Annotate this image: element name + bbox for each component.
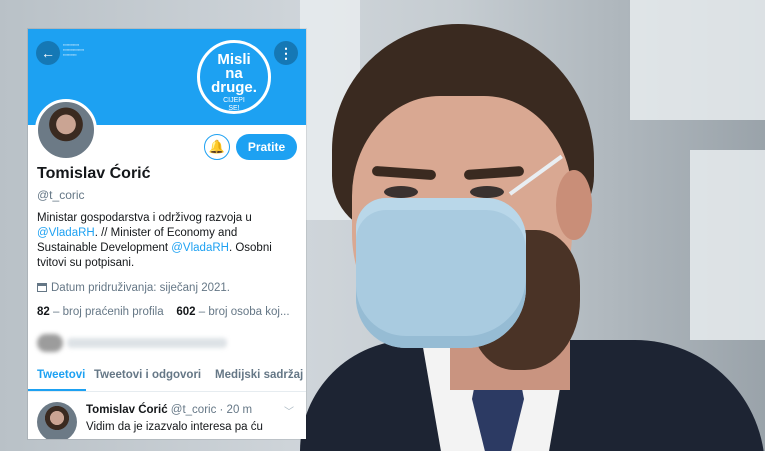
- government-logo-text: ▪▪▪▪▪▪▪▪▪▪▪▪▪ ▪▪▪▪▪▪▪▪▪▪▪▪▪▪▪▪▪ ▪▪▪▪▪▪▪▪▪▪…: [63, 43, 85, 57]
- tweet-text: Vidim da je izazvalo interesa pa ću: [86, 421, 263, 433]
- chevron-down-icon[interactable]: ﹀: [284, 403, 294, 418]
- follow-stats: 82 – broj praćenih profila 602 – broj os…: [37, 306, 305, 318]
- notifications-button[interactable]: 🔔: [204, 134, 230, 160]
- following-count: 82: [37, 306, 50, 318]
- tab-media[interactable]: Medijski sadržaj: [215, 369, 303, 381]
- follow-button[interactable]: Pratite: [236, 134, 297, 160]
- display-name: Tomislav Ćorić: [37, 165, 151, 182]
- active-tab-indicator: [28, 389, 86, 391]
- blurred-text: [67, 338, 227, 348]
- followers-link[interactable]: 602 – broj osoba koj...: [176, 306, 289, 318]
- profile-bio: Ministar gospodarstva i održivog razvoja…: [37, 211, 299, 271]
- bio-text: Ministar gospodarstva i održivog razvoja…: [37, 212, 252, 224]
- tab-tweets-and-replies[interactable]: Tweetovi i odgovori: [94, 369, 201, 381]
- mention-link[interactable]: @VladaRH: [37, 227, 95, 239]
- tweet-avatar[interactable]: [37, 402, 77, 439]
- tab-tweets[interactable]: Tweetovi: [37, 369, 85, 381]
- followers-label: – broj osoba koj...: [198, 306, 290, 318]
- face-mask: [356, 198, 526, 348]
- eye-left: [384, 186, 418, 198]
- following-label: – broj praćenih profila: [53, 306, 164, 318]
- calendar-icon: [37, 283, 47, 292]
- following-link[interactable]: 82 – broj praćenih profila: [37, 306, 164, 318]
- followers-count: 602: [176, 306, 196, 318]
- campaign-text: druge.: [211, 79, 257, 96]
- more-vertical-icon: ⋮: [279, 45, 293, 61]
- twitter-profile-card: ← ▪▪▪▪▪▪▪▪▪▪▪▪▪ ▪▪▪▪▪▪▪▪▪▪▪▪▪▪▪▪▪ ▪▪▪▪▪▪▪▪…: [28, 29, 306, 439]
- followed-by-row: [37, 332, 257, 354]
- campaign-badge: Misli na druge. CIJEPI SE!: [197, 40, 271, 114]
- profile-avatar[interactable]: [35, 99, 97, 161]
- ear: [556, 170, 592, 240]
- join-date-text: Datum pridruživanja: siječanj 2021.: [51, 282, 230, 294]
- tweet-meta: @t_coric · 20 m: [170, 404, 253, 416]
- tweet-header: Tomislav Ćorić @t_coric · 20 m: [86, 404, 252, 416]
- background-window: [630, 0, 765, 120]
- arrow-left-icon: ←: [41, 45, 55, 61]
- user-handle: @t_coric: [37, 188, 85, 202]
- tweet-author[interactable]: Tomislav Ćorić: [86, 404, 168, 416]
- campaign-text: SE!: [228, 105, 240, 112]
- background-window: [690, 150, 765, 340]
- more-options-button[interactable]: ⋮: [274, 41, 298, 65]
- eye-right: [470, 186, 504, 198]
- campaign-text: CIJEPI: [223, 97, 245, 104]
- blurred-avatars: [37, 334, 63, 352]
- join-date: Datum pridruživanja: siječanj 2021.: [37, 282, 230, 294]
- bell-plus-icon: 🔔: [208, 139, 226, 154]
- back-button[interactable]: ←: [36, 41, 60, 65]
- mention-link[interactable]: @VladaRH: [171, 242, 229, 254]
